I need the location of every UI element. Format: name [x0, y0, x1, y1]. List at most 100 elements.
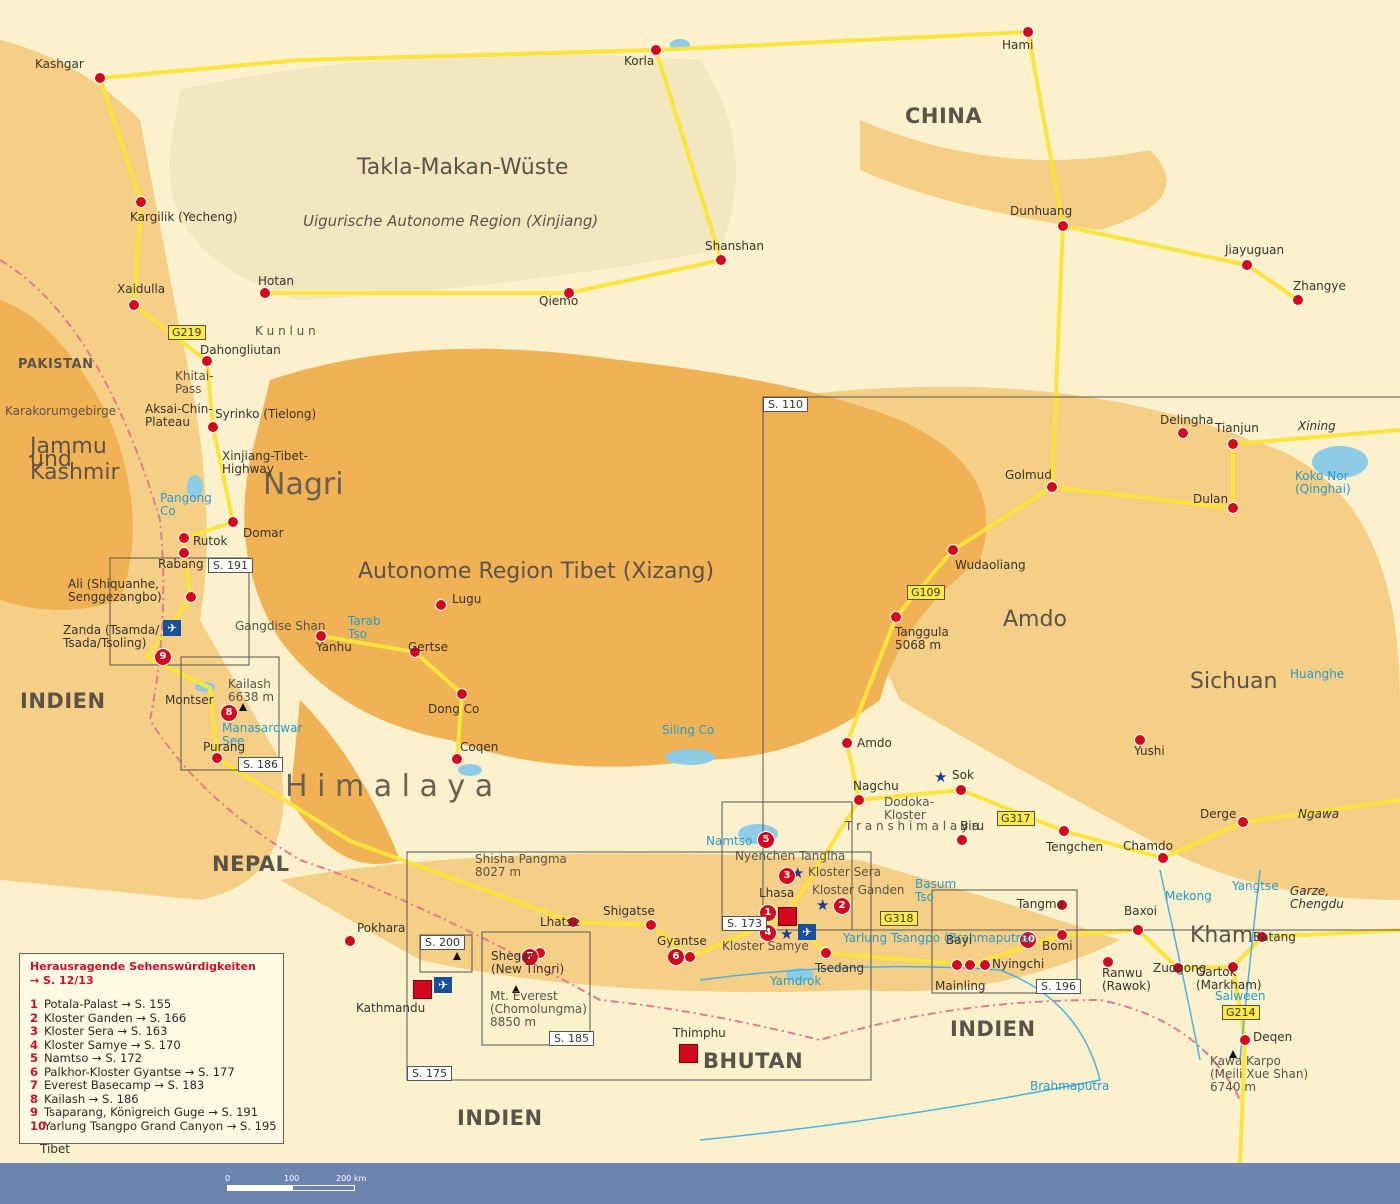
city-dot[interactable]	[1292, 294, 1304, 306]
city-dot[interactable]	[645, 919, 657, 931]
city-tengchen[interactable]: Tengchen	[1046, 841, 1103, 854]
city-dot[interactable]	[1239, 1034, 1251, 1046]
city-rutok[interactable]: Rutok	[193, 535, 227, 548]
city-kathmandu[interactable]: Kathmandu	[356, 1002, 425, 1015]
city-shegar[interactable]: Shegar (New Tingri)	[491, 950, 564, 976]
city-nagchu[interactable]: Nagchu	[853, 780, 899, 793]
legend-item[interactable]: 6Palkhor-Kloster Gyantse → S. 177	[30, 1066, 283, 1080]
legend-item[interactable]: 8Kailash → S. 186	[30, 1093, 283, 1107]
city-ali[interactable]: Ali (Shiquanhe, Senggezangbo)	[68, 578, 162, 604]
city-dot[interactable]	[178, 532, 190, 544]
city-dot[interactable]	[1241, 259, 1253, 271]
sight-marker-9[interactable]: 9	[154, 648, 172, 666]
city-chamdo[interactable]: Chamdo	[1123, 840, 1173, 853]
city-kashgar[interactable]: Kashgar	[35, 58, 84, 71]
city-dot[interactable]	[820, 947, 832, 959]
city-syrinko[interactable]: Syrinko (Tielong)	[215, 408, 316, 421]
city-dot[interactable]	[841, 737, 853, 749]
city-dot[interactable]	[979, 959, 991, 971]
city-dot[interactable]	[435, 599, 447, 611]
city-dot[interactable]	[715, 254, 727, 266]
capital-square[interactable]	[413, 980, 432, 999]
sight-marker-2[interactable]: 2	[833, 897, 851, 915]
city-gartok[interactable]: Gartok (Markham)	[1196, 966, 1262, 992]
legend-item[interactable]: 10Yarlung Tsangpo Grand Canyon → S. 195	[30, 1120, 283, 1134]
city-domar[interactable]: Domar	[243, 527, 284, 540]
city-dot[interactable]	[964, 959, 976, 971]
city-dot[interactable]	[259, 287, 271, 299]
city-gertse[interactable]: Gertse	[408, 641, 448, 654]
city-montser[interactable]: Montser	[165, 694, 214, 707]
city-deqen[interactable]: Deqen	[1253, 1031, 1292, 1044]
city-yushi[interactable]: Yushi	[1134, 745, 1165, 758]
city-dot[interactable]	[1237, 816, 1249, 828]
legend-item[interactable]: 2Kloster Ganden → S. 166	[30, 1012, 283, 1026]
city-lugu[interactable]: Lugu	[452, 593, 481, 606]
city-dot[interactable]	[94, 72, 106, 84]
city-dot[interactable]	[1057, 220, 1069, 232]
capital-square[interactable]	[778, 907, 797, 926]
city-delingha[interactable]: Delingha	[1160, 414, 1213, 427]
city-dot[interactable]	[1157, 852, 1169, 864]
city-lhatse[interactable]: Lhatse	[540, 916, 580, 929]
city-biru[interactable]: Biru	[960, 820, 984, 833]
city-jiayuguan[interactable]: Jiayuguan	[1225, 244, 1284, 257]
city-dot[interactable]	[951, 959, 963, 971]
city-dot[interactable]	[456, 688, 468, 700]
city-hami[interactable]: Hami	[1002, 39, 1033, 52]
city-zhangye[interactable]: Zhangye	[1293, 280, 1346, 293]
city-dong-co[interactable]: Dong Co	[428, 703, 479, 716]
sight-marker-8[interactable]: 8	[220, 704, 238, 722]
city-dot[interactable]	[1058, 825, 1070, 837]
city-xaidulla[interactable]: Xaidulla	[117, 283, 165, 296]
city-hotan[interactable]: Hotan	[258, 275, 294, 288]
city-gyantse[interactable]: Gyantse	[657, 935, 707, 948]
city-dot[interactable]	[451, 753, 463, 765]
legend-item[interactable]: 1Potala-Palast → S. 155	[30, 998, 283, 1012]
city-dot[interactable]	[1177, 427, 1189, 439]
city-sok[interactable]: Sok	[952, 769, 974, 782]
legend-item[interactable]: 9Tsaparang, Königreich Guge → S. 191	[30, 1106, 283, 1120]
city-amdo[interactable]: Amdo	[857, 737, 892, 750]
city-qiemo[interactable]: Qiemo	[539, 295, 578, 308]
legend-item[interactable]: 5Namtso → S. 172	[30, 1052, 283, 1066]
city-bayi[interactable]: Bayi	[946, 934, 972, 947]
sight-marker-6[interactable]: 6	[667, 948, 685, 966]
city-dulan[interactable]: Dulan	[1193, 493, 1228, 506]
city-korla[interactable]: Korla	[624, 55, 654, 68]
city-dot[interactable]	[128, 299, 140, 311]
city-dot[interactable]	[853, 794, 865, 806]
city-shigatse[interactable]: Shigatse	[603, 905, 655, 918]
city-dot[interactable]	[890, 611, 902, 623]
legend-item[interactable]: 7Everest Basecamp → S. 183	[30, 1079, 283, 1093]
city-dot[interactable]	[1227, 438, 1239, 450]
city-dot[interactable]	[956, 834, 968, 846]
city-dot[interactable]	[135, 196, 147, 208]
city-baxoi[interactable]: Baxoi	[1124, 905, 1157, 918]
city-tianjun[interactable]: Tianjun	[1215, 422, 1259, 435]
city-lhasa[interactable]: Lhasa	[759, 887, 794, 900]
city-derge[interactable]: Derge	[1200, 808, 1236, 821]
city-dot[interactable]	[1022, 26, 1034, 38]
legend-item[interactable]: 3Kloster Sera → S. 163	[30, 1025, 283, 1039]
city-ranwu[interactable]: Ranwu (Rawok)	[1102, 967, 1151, 993]
city-dot[interactable]	[947, 544, 959, 556]
city-mainling[interactable]: Mainling	[935, 980, 986, 993]
city-coqen[interactable]: Coqen	[460, 741, 498, 754]
city-wudaoliang[interactable]: Wudaoliang	[955, 559, 1026, 572]
city-dunhuang[interactable]: Dunhuang	[1010, 205, 1072, 218]
city-purang[interactable]: Purang	[203, 741, 245, 754]
city-tangme[interactable]: Tangme	[1017, 898, 1064, 911]
city-rabang[interactable]: Rabang	[158, 558, 204, 571]
city-golmud[interactable]: Golmud	[1005, 469, 1052, 482]
city-dot[interactable]	[185, 591, 197, 603]
city-pokhara[interactable]: Pokhara	[357, 922, 405, 935]
city-dot[interactable]	[684, 951, 696, 963]
city-kargilik[interactable]: Kargilik (Yecheng)	[130, 211, 237, 224]
sight-marker-5[interactable]: 5	[757, 831, 775, 849]
city-dot[interactable]	[344, 935, 356, 947]
city-yanhu[interactable]: Yanhu	[316, 641, 352, 654]
capital-square[interactable]	[679, 1044, 698, 1063]
city-dahongliutan[interactable]: Dahongliutan	[200, 344, 281, 357]
city-shanshan[interactable]: Shanshan	[705, 240, 764, 253]
